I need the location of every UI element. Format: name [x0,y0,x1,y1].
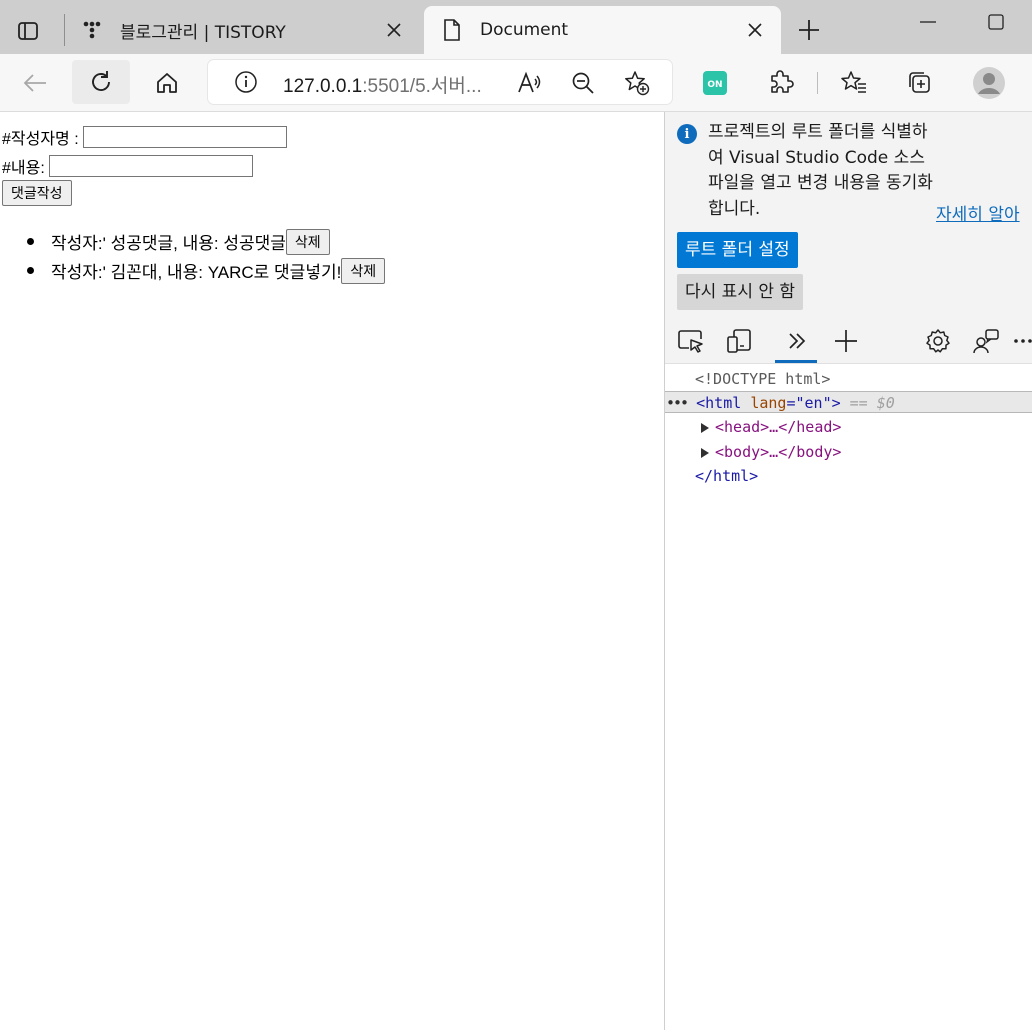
url-text[interactable]: 127.0.0.1:5501/5.서버... [283,71,482,98]
profile-avatar-icon[interactable] [969,63,1009,103]
html-attr-name: lang [750,394,787,412]
tistory-favicon-icon [80,18,104,42]
html-close-tag: </html> [695,467,759,485]
tab-title: Document [480,20,569,40]
dom-head-node[interactable]: <head>…</head> [701,416,841,438]
html-tag-open: <html [696,394,742,412]
body-tag: <body>…</body> [715,443,842,461]
active-tab-indicator [775,360,817,363]
back-icon[interactable] [15,63,55,103]
toolbar-divider [817,72,818,94]
tab-document[interactable]: Document [424,6,781,54]
doctype-text: <!DOCTYPE html> [695,370,831,388]
address-bar[interactable]: 127.0.0.1:5501/5.서버... [208,60,672,104]
delete-button[interactable]: 삭제 [341,257,386,284]
comment-text: 작성자:' 김꼰대, 내용: YARC로 댓글넣기! [51,263,342,282]
node-actions-ellipsis[interactable]: ••• [666,394,689,412]
dont-show-again-button[interactable]: 다시 표시 안 함 [677,274,804,310]
inspect-element-icon[interactable] [677,327,705,355]
extension-app-icon[interactable]: ON [695,63,735,103]
extensions-icon[interactable] [761,63,801,103]
expand-triangle-icon[interactable] [701,447,709,458]
document-icon [440,18,464,42]
zoom-out-icon[interactable] [570,70,596,96]
infobar-message: 프로젝트의 루트 폴더를 식별하여 Visual Studio Code 소스 … [708,122,933,219]
delete-button[interactable]: 삭제 [285,228,330,255]
tab-strip: 블로그관리 | TISTORY Document [0,0,1032,54]
page-content: #작성자명 : #내용: 댓글작성 작성자:' 성공댓글, 내용: 성공댓글 삭… [0,112,664,1030]
html-attr-value: en [804,394,823,412]
submit-comment-button[interactable]: 댓글작성 [2,180,72,206]
minimize-icon[interactable] [916,10,940,34]
author-row: #작성자명 : [2,124,287,150]
svg-text:ON: ON [707,80,722,90]
site-info-icon[interactable] [234,70,258,94]
list-item: 작성자:' 김꼰대, 내용: YARC로 댓글넣기! 삭제 [26,256,386,285]
url-path: :5501/5.서버... [362,76,482,97]
browser-toolbar: 127.0.0.1:5501/5.서버... ON [0,54,1032,112]
author-input[interactable] [82,126,287,148]
refresh-icon[interactable] [72,60,130,104]
content-label: #내용: [2,160,45,177]
head-tag: <head>…</head> [715,418,842,436]
comment-text: 작성자:' 성공댓글, 내용: 성공댓글 [51,234,286,253]
dom-doctype[interactable]: <!DOCTYPE html> [695,368,830,390]
set-root-folder-button[interactable]: 루트 폴더 설정 [677,232,798,268]
info-icon: i [677,124,697,144]
read-aloud-icon[interactable] [517,70,543,96]
add-tab-icon[interactable] [832,327,860,355]
favorites-icon[interactable] [834,63,874,103]
html-tag-close-bracket: "> [822,394,841,412]
tab-divider [64,14,65,46]
html-attr-eq: =" [786,394,805,412]
feedback-icon[interactable] [972,327,1000,355]
dom-html-close[interactable]: </html> [695,465,758,487]
home-icon[interactable] [147,63,187,103]
dom-html-node[interactable]: ••• <html lang="en"> == $0 [665,391,1032,413]
tab-actions-icon[interactable] [14,17,42,45]
url-host: 127.0.0.1 [283,76,363,97]
devtools-toolbar [665,316,1032,364]
submit-row: 댓글작성 [2,180,72,206]
more-tools-chevron-icon[interactable] [783,327,811,355]
maximize-icon[interactable] [984,10,1008,34]
settings-gear-icon[interactable] [924,327,952,355]
dom-body-node[interactable]: <body>…</body> [701,441,841,463]
close-icon[interactable] [743,18,767,42]
devtools-panel: i 프로젝트의 루트 폴더를 식별하여 Visual Studio Code 소… [665,112,1032,1030]
expand-triangle-icon[interactable] [701,422,709,433]
author-label: #작성자명 : [2,131,79,148]
tab-tistory[interactable]: 블로그관리 | TISTORY [70,6,420,54]
add-favorite-icon[interactable] [624,70,650,96]
content-row: #내용: [2,153,253,179]
list-item: 작성자:' 성공댓글, 내용: 성공댓글 삭제 [26,227,385,256]
learn-more-link[interactable]: 자세히 알아 [936,200,1020,225]
new-tab-icon[interactable] [794,15,824,45]
more-options-icon[interactable] [1011,327,1032,355]
selected-node-marker: == $0 [849,394,895,412]
close-icon[interactable] [382,18,406,42]
device-emulation-icon[interactable] [725,327,753,355]
content-input[interactable] [48,155,253,177]
collections-icon[interactable] [900,63,940,103]
comment-list: 작성자:' 성공댓글, 내용: 성공댓글 삭제 작성자:' 김꼰대, 내용: Y… [26,227,386,285]
workspace-infobar: i 프로젝트의 루트 폴더를 식별하여 Visual Studio Code 소… [665,112,1032,316]
tab-title: 블로그관리 | TISTORY [120,22,286,43]
